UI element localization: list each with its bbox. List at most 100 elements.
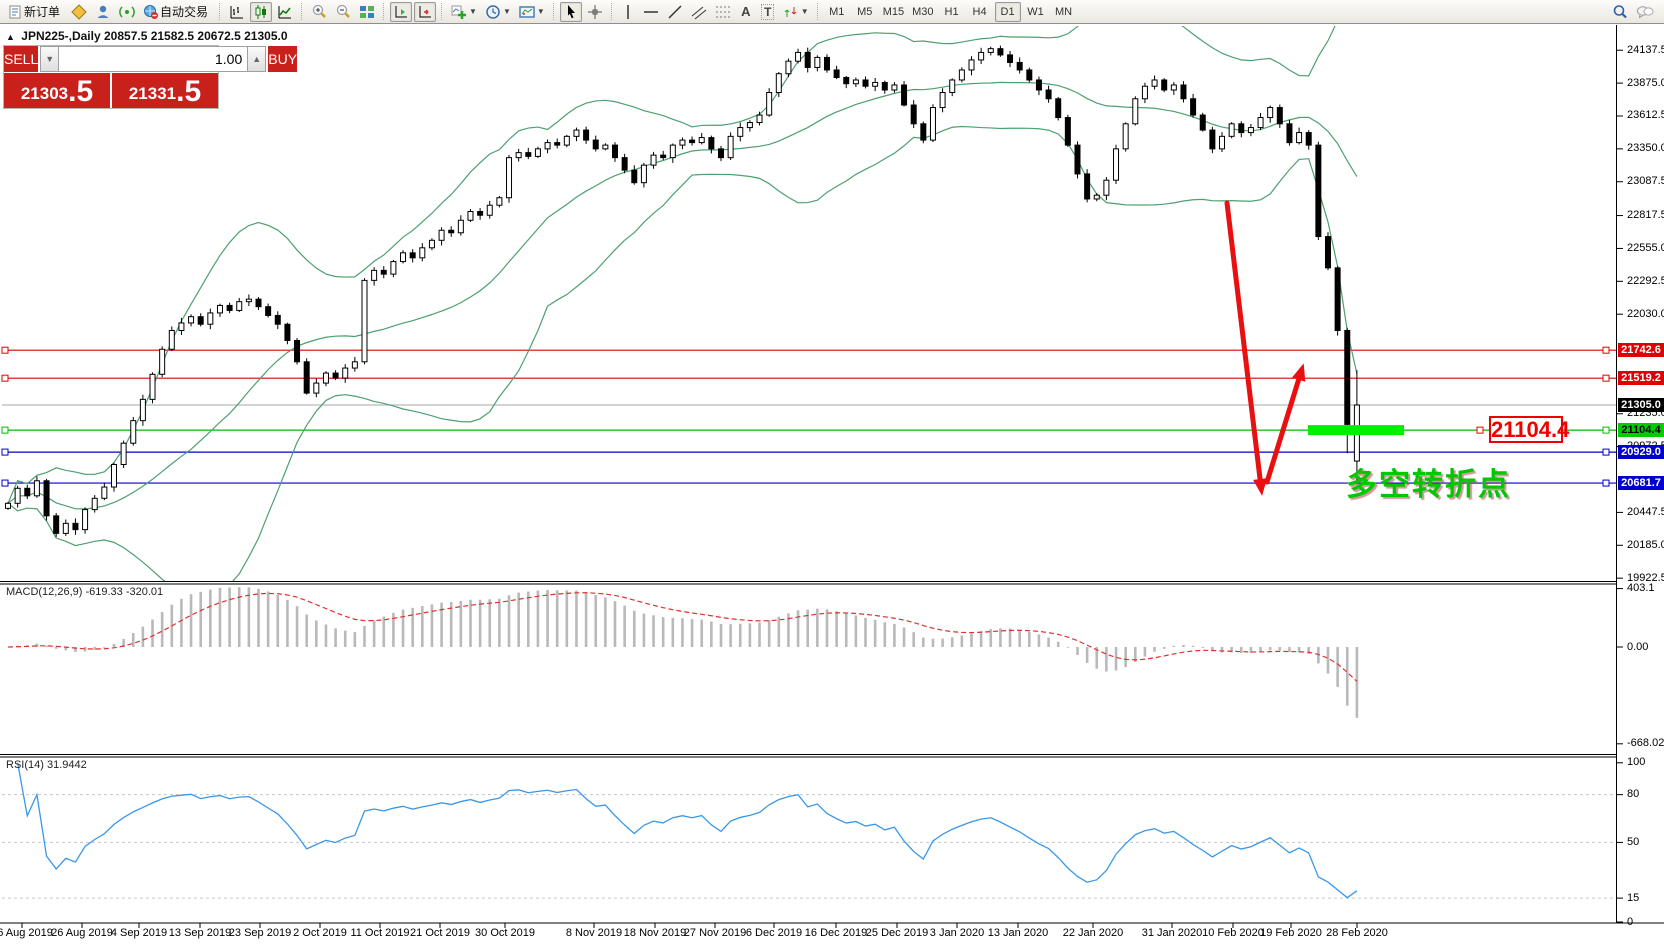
auto-trading-button[interactable]: 自动交易	[140, 2, 214, 22]
date-axis-label: 21 Oct 2019	[410, 927, 470, 939]
timeframe-button-m30[interactable]: M30	[909, 2, 936, 22]
bollinger-lower	[8, 127, 1357, 595]
bar-chart-mode-button[interactable]	[226, 2, 248, 22]
timeframe-button-h4[interactable]: H4	[967, 2, 993, 22]
new-order-label: 新订单	[24, 3, 60, 20]
text-tool-button[interactable]: A	[736, 2, 756, 22]
auto-scroll-button[interactable]	[414, 2, 436, 22]
clock-icon	[485, 4, 501, 20]
price-tag-20681.7: 20681.7	[1618, 476, 1664, 490]
indicators-button[interactable]: ▼	[448, 2, 480, 22]
tile-windows-icon	[359, 4, 375, 20]
fibonacci-tool-button[interactable]	[712, 2, 734, 22]
date-axis-label: 16 Dec 2019	[805, 927, 867, 939]
timeframe-group: M1M5M15M30H1H4D1W1MN	[823, 2, 1078, 22]
zoom-out-button[interactable]	[332, 2, 354, 22]
date-axis-label: 19 Feb 2020	[1260, 927, 1322, 939]
chart-shift-button[interactable]	[390, 2, 412, 22]
date-axis-label: 11 Oct 2019	[350, 927, 409, 939]
crosshair-tool-button[interactable]	[584, 2, 606, 22]
timeframe-button-h1[interactable]: H1	[939, 2, 965, 22]
vertical-line-icon	[621, 4, 635, 20]
price-axis-tick: 23087.5	[1627, 175, 1664, 187]
rsi-axis-tick: 100	[1627, 756, 1645, 768]
text-label-tool-button[interactable]: T	[758, 2, 778, 22]
volume-decrease-button[interactable]: ▼	[40, 46, 59, 72]
date-axis-label: 25 Dec 2019	[866, 927, 928, 939]
chevron-down-icon: ▼	[503, 7, 511, 16]
price-axis-tick: 22292.5	[1627, 275, 1664, 287]
turning-point-annotation[interactable]: 多空转折点	[1346, 459, 1511, 504]
date-axis-label: 13 Jan 2020	[988, 927, 1049, 939]
date-axis-label: 31 Jan 2020	[1142, 927, 1203, 939]
chevron-down-icon: ▼	[469, 7, 477, 16]
arrows-tool-button[interactable]: ▼	[780, 2, 812, 22]
green-highlight-bar[interactable]	[1308, 425, 1404, 435]
profile-icon	[95, 4, 111, 20]
new-order-button[interactable]: 新订单	[4, 2, 66, 22]
zoom-in-icon	[311, 4, 327, 20]
price-tag-21519.2: 21519.2	[1618, 371, 1664, 385]
search-button[interactable]	[1609, 2, 1631, 22]
buy-button[interactable]: BUY	[268, 46, 297, 72]
price-tag-21305.0: 21305.0	[1618, 398, 1664, 412]
periods-button[interactable]: ▼	[482, 2, 514, 22]
macd-indicator	[8, 587, 1357, 718]
timeframe-button-m1[interactable]: M1	[824, 2, 850, 22]
sell-button[interactable]: SELL	[4, 46, 38, 72]
price-axis-tick: 24137.5	[1627, 44, 1664, 56]
timeframe-button-w1[interactable]: W1	[1023, 2, 1049, 22]
sell-price-pips: .5	[68, 78, 93, 106]
indicators-icon	[451, 4, 467, 20]
arrow-objects-icon	[783, 4, 799, 20]
community-chat-button[interactable]	[1633, 2, 1657, 22]
timeframe-button-m5[interactable]: M5	[852, 2, 878, 22]
channel-tool-button[interactable]	[688, 2, 710, 22]
timeframe-button-d1[interactable]: D1	[995, 2, 1021, 22]
line-chart-mode-button[interactable]	[274, 2, 296, 22]
price-axis-tick: 22555.0	[1627, 242, 1664, 254]
date-axis-label: 28 Feb 2020	[1326, 927, 1388, 939]
channel-icon	[691, 4, 707, 20]
timeframe-button-m15[interactable]: M15	[880, 2, 907, 22]
date-axis-label: 2 Oct 2019	[293, 927, 347, 939]
toolbar-separator	[817, 3, 819, 20]
signals-button[interactable]	[116, 2, 138, 22]
tile-windows-button[interactable]	[356, 2, 378, 22]
date-axis-label: 10 Feb 2020	[1202, 927, 1264, 939]
macd-axis-tick: -668.02	[1627, 737, 1664, 749]
text-tool-icon: A	[741, 4, 750, 19]
cursor-tool-button[interactable]	[560, 2, 582, 22]
rsi-label: RSI(14) 31.9442	[6, 759, 87, 771]
red-v-arrow[interactable]	[1227, 203, 1301, 487]
date-axis-label: 30 Oct 2019	[475, 927, 535, 939]
timeframe-button-mn[interactable]: MN	[1051, 2, 1077, 22]
date-axis-label: 26 Aug 2019	[51, 927, 113, 939]
date-axis-label: 23 Sep 2019	[229, 927, 291, 939]
candlestick-mode-button[interactable]	[250, 2, 272, 22]
trendline-tool-button[interactable]	[664, 2, 686, 22]
candlestick-series	[6, 46, 1360, 537]
market-watch-button[interactable]	[68, 2, 90, 22]
buy-price[interactable]: 21331.5	[112, 73, 218, 108]
mt4-terminal-window: { "toolbar": { "new_order": "新订单", "auto…	[0, 0, 1664, 944]
volume-increase-button[interactable]: ▲	[247, 46, 266, 72]
rsi-indicator	[18, 763, 1357, 898]
candlestick-icon	[253, 4, 269, 20]
sell-price[interactable]: 21303.5	[4, 73, 110, 108]
zoom-in-button[interactable]	[308, 2, 330, 22]
templates-icon	[519, 4, 535, 20]
macd-axis-tick: 403.1	[1627, 582, 1655, 594]
horizontal-line-tool-button[interactable]	[640, 2, 662, 22]
rsi-axis-tick: 0	[1627, 916, 1633, 928]
vertical-line-tool-button[interactable]	[618, 2, 638, 22]
price-annotation-box[interactable]: 21104.4	[1489, 416, 1563, 443]
horizontal-line-icon	[643, 4, 659, 20]
price-axis-tick: 20185.0	[1627, 539, 1664, 551]
toolbar-separator	[611, 3, 613, 20]
volume-input[interactable]	[59, 46, 247, 72]
templates-button[interactable]: ▼	[516, 2, 548, 22]
line-chart-icon	[277, 4, 293, 20]
accounts-button[interactable]	[92, 2, 114, 22]
toolbar-separator	[219, 3, 221, 20]
